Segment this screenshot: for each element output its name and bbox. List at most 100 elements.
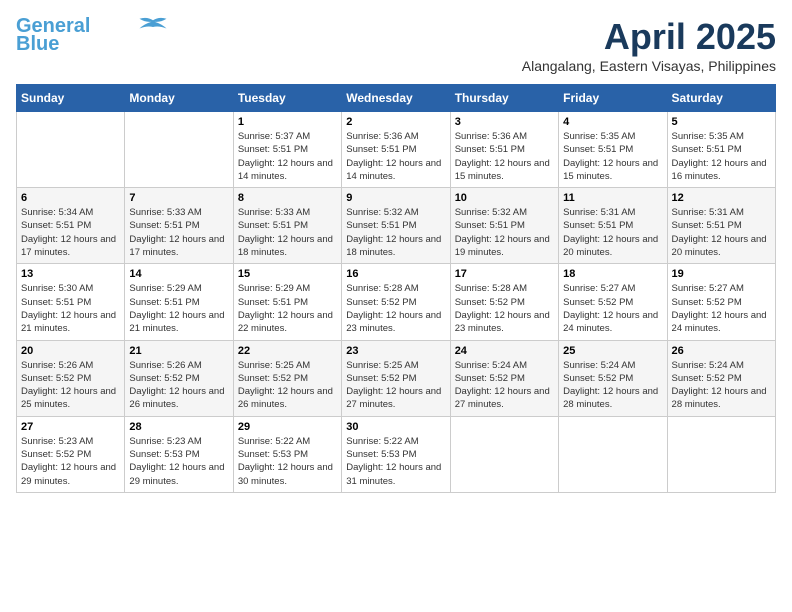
calendar-cell: 5 Sunrise: 5:35 AM Sunset: 5:51 PM Daylig… xyxy=(667,112,775,188)
calendar-cell: 17 Sunrise: 5:28 AM Sunset: 5:52 PM Dayli… xyxy=(450,264,558,340)
day-number: 21 xyxy=(129,345,228,357)
day-number: 9 xyxy=(346,192,445,204)
day-info: Sunrise: 5:26 AM Sunset: 5:52 PM Dayligh… xyxy=(21,359,120,412)
calendar-cell xyxy=(667,416,775,492)
calendar-cell: 4Sunrise: 5:35 AM Sunset: 5:51 PM Daylig… xyxy=(559,112,667,188)
weekday-header-tuesday: Tuesday xyxy=(233,85,341,112)
day-number: 26 xyxy=(672,345,771,357)
day-info: Sunrise: 5:30 AM Sunset: 5:51 PM Dayligh… xyxy=(21,282,120,335)
day-number: 6 xyxy=(21,192,120,204)
day-number: 10 xyxy=(455,192,554,204)
day-info: Sunrise: 5:24 AM Sunset: 5:52 PM Dayligh… xyxy=(672,359,771,412)
day-number: 8 xyxy=(238,192,337,204)
title-area: April 2025 Alangalang, Eastern Visayas, … xyxy=(522,16,776,74)
day-info: Sunrise: 5:24 AM Sunset: 5:52 PM Dayligh… xyxy=(563,359,662,412)
day-number: 4 xyxy=(563,116,662,128)
day-number: 11 xyxy=(563,192,662,204)
day-info: Sunrise: 5:35 AM Sunset: 5:51 PM Dayligh… xyxy=(672,130,771,183)
calendar-cell: 11 Sunrise: 5:31 AM Sunset: 5:51 PM Dayli… xyxy=(559,188,667,264)
day-number: 28 xyxy=(129,421,228,433)
day-number: 29 xyxy=(238,421,337,433)
day-number: 19 xyxy=(672,268,771,280)
calendar-cell: 1Sunrise: 5:37 AM Sunset: 5:51 PM Daylig… xyxy=(233,112,341,188)
calendar-cell: 2 Sunrise: 5:36 AM Sunset: 5:51 PM Daylig… xyxy=(342,112,450,188)
month-title: April 2025 xyxy=(522,16,776,58)
weekday-header-monday: Monday xyxy=(125,85,233,112)
weekday-header-sunday: Sunday xyxy=(17,85,125,112)
day-info: Sunrise: 5:32 AM Sunset: 5:51 PM Dayligh… xyxy=(346,206,445,259)
day-number: 24 xyxy=(455,345,554,357)
day-info: Sunrise: 5:26 AM Sunset: 5:52 PM Dayligh… xyxy=(129,359,228,412)
calendar-week-5: 27Sunrise: 5:23 AM Sunset: 5:52 PM Dayli… xyxy=(17,416,776,492)
day-number: 1 xyxy=(238,116,337,128)
calendar-cell: 19 Sunrise: 5:27 AM Sunset: 5:52 PM Dayli… xyxy=(667,264,775,340)
day-info: Sunrise: 5:36 AM Sunset: 5:51 PM Dayligh… xyxy=(346,130,445,183)
logo: General Blue xyxy=(16,16,168,54)
calendar-cell: 20 Sunrise: 5:26 AM Sunset: 5:52 PM Dayli… xyxy=(17,340,125,416)
day-info: Sunrise: 5:25 AM Sunset: 5:52 PM Dayligh… xyxy=(346,359,445,412)
calendar-cell xyxy=(125,112,233,188)
day-number: 2 xyxy=(346,116,445,128)
calendar-cell: 3 Sunrise: 5:36 AM Sunset: 5:51 PM Daylig… xyxy=(450,112,558,188)
calendar-week-4: 20 Sunrise: 5:26 AM Sunset: 5:52 PM Dayli… xyxy=(17,340,776,416)
calendar-cell: 10Sunrise: 5:32 AM Sunset: 5:51 PM Dayli… xyxy=(450,188,558,264)
calendar-cell xyxy=(450,416,558,492)
calendar-cell: 18 Sunrise: 5:27 AM Sunset: 5:52 PM Dayli… xyxy=(559,264,667,340)
day-number: 22 xyxy=(238,345,337,357)
day-info: Sunrise: 5:27 AM Sunset: 5:52 PM Dayligh… xyxy=(672,282,771,335)
calendar-cell: 25 Sunrise: 5:24 AM Sunset: 5:52 PM Dayli… xyxy=(559,340,667,416)
day-number: 5 xyxy=(672,116,771,128)
day-number: 13 xyxy=(21,268,120,280)
calendar-body: 1Sunrise: 5:37 AM Sunset: 5:51 PM Daylig… xyxy=(17,112,776,493)
calendar-week-3: 13 Sunrise: 5:30 AM Sunset: 5:51 PM Dayli… xyxy=(17,264,776,340)
day-info: Sunrise: 5:22 AM Sunset: 5:53 PM Dayligh… xyxy=(238,435,337,488)
day-number: 18 xyxy=(563,268,662,280)
day-number: 3 xyxy=(455,116,554,128)
calendar-cell: 29 Sunrise: 5:22 AM Sunset: 5:53 PM Dayli… xyxy=(233,416,341,492)
calendar-cell: 26 Sunrise: 5:24 AM Sunset: 5:52 PM Dayli… xyxy=(667,340,775,416)
day-number: 27 xyxy=(21,421,120,433)
day-number: 17 xyxy=(455,268,554,280)
day-info: Sunrise: 5:23 AM Sunset: 5:53 PM Dayligh… xyxy=(129,435,228,488)
header: General Blue April 2025 Alangalang, East… xyxy=(16,16,776,74)
day-number: 16 xyxy=(346,268,445,280)
weekday-header-thursday: Thursday xyxy=(450,85,558,112)
calendar-cell: 22Sunrise: 5:25 AM Sunset: 5:52 PM Dayli… xyxy=(233,340,341,416)
calendar-cell: 8 Sunrise: 5:33 AM Sunset: 5:51 PM Daylig… xyxy=(233,188,341,264)
calendar-cell: 23 Sunrise: 5:25 AM Sunset: 5:52 PM Dayli… xyxy=(342,340,450,416)
calendar-cell: 15 Sunrise: 5:29 AM Sunset: 5:51 PM Dayli… xyxy=(233,264,341,340)
weekday-header-friday: Friday xyxy=(559,85,667,112)
calendar-week-1: 1Sunrise: 5:37 AM Sunset: 5:51 PM Daylig… xyxy=(17,112,776,188)
day-number: 20 xyxy=(21,345,120,357)
calendar-cell: 16 Sunrise: 5:28 AM Sunset: 5:52 PM Dayli… xyxy=(342,264,450,340)
day-info: Sunrise: 5:33 AM Sunset: 5:51 PM Dayligh… xyxy=(129,206,228,259)
day-number: 14 xyxy=(129,268,228,280)
calendar-cell: 13 Sunrise: 5:30 AM Sunset: 5:51 PM Dayli… xyxy=(17,264,125,340)
day-info: Sunrise: 5:27 AM Sunset: 5:52 PM Dayligh… xyxy=(563,282,662,335)
calendar-cell: 24 Sunrise: 5:24 AM Sunset: 5:52 PM Dayli… xyxy=(450,340,558,416)
calendar-cell: 12Sunrise: 5:31 AM Sunset: 5:51 PM Dayli… xyxy=(667,188,775,264)
day-number: 23 xyxy=(346,345,445,357)
day-number: 15 xyxy=(238,268,337,280)
day-info: Sunrise: 5:24 AM Sunset: 5:52 PM Dayligh… xyxy=(455,359,554,412)
day-info: Sunrise: 5:31 AM Sunset: 5:51 PM Dayligh… xyxy=(563,206,662,259)
calendar-cell: 21 Sunrise: 5:26 AM Sunset: 5:52 PM Dayli… xyxy=(125,340,233,416)
calendar-cell: 14 Sunrise: 5:29 AM Sunset: 5:51 PM Dayli… xyxy=(125,264,233,340)
day-info: Sunrise: 5:29 AM Sunset: 5:51 PM Dayligh… xyxy=(129,282,228,335)
calendar-header-row: SundayMondayTuesdayWednesdayThursdayFrid… xyxy=(17,85,776,112)
day-info: Sunrise: 5:36 AM Sunset: 5:51 PM Dayligh… xyxy=(455,130,554,183)
calendar-cell: 6 Sunrise: 5:34 AM Sunset: 5:51 PM Daylig… xyxy=(17,188,125,264)
day-info: Sunrise: 5:31 AM Sunset: 5:51 PM Dayligh… xyxy=(672,206,771,259)
calendar-cell xyxy=(17,112,125,188)
weekday-header-saturday: Saturday xyxy=(667,85,775,112)
day-info: Sunrise: 5:28 AM Sunset: 5:52 PM Dayligh… xyxy=(346,282,445,335)
day-info: Sunrise: 5:34 AM Sunset: 5:51 PM Dayligh… xyxy=(21,206,120,259)
day-info: Sunrise: 5:33 AM Sunset: 5:51 PM Dayligh… xyxy=(238,206,337,259)
day-number: 7 xyxy=(129,192,228,204)
day-number: 25 xyxy=(563,345,662,357)
day-info: Sunrise: 5:29 AM Sunset: 5:51 PM Dayligh… xyxy=(238,282,337,335)
day-info: Sunrise: 5:28 AM Sunset: 5:52 PM Dayligh… xyxy=(455,282,554,335)
calendar-table: SundayMondayTuesdayWednesdayThursdayFrid… xyxy=(16,84,776,493)
day-info: Sunrise: 5:22 AM Sunset: 5:53 PM Dayligh… xyxy=(346,435,445,488)
calendar-cell: 7 Sunrise: 5:33 AM Sunset: 5:51 PM Daylig… xyxy=(125,188,233,264)
